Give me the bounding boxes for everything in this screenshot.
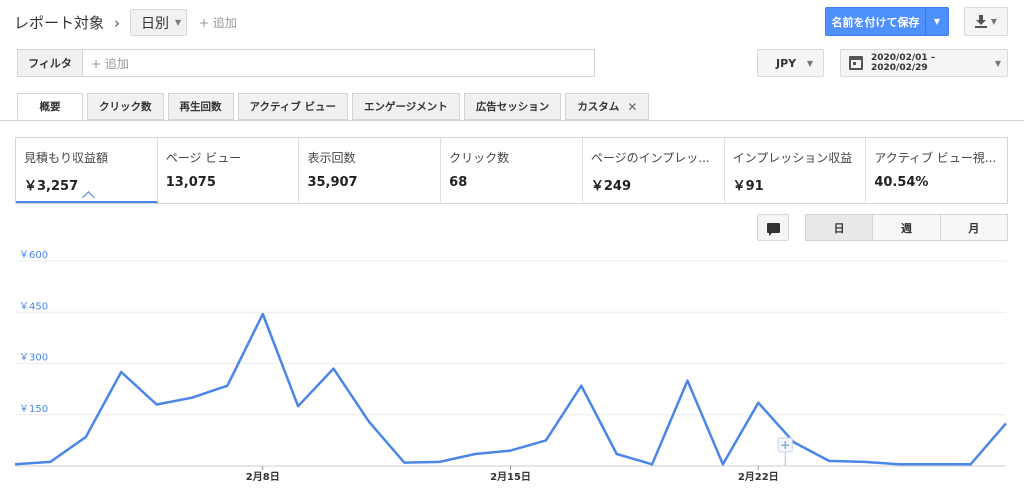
currency-dropdown[interactable]: JPY ▼ [757, 49, 824, 77]
metric-card-page-views[interactable]: ページ ビュー 13,075 [158, 138, 300, 203]
close-icon[interactable]: ✕ [627, 100, 637, 114]
metric-title: ページ ビュー [165, 151, 242, 165]
metric-card-page-rpm[interactable]: ページのインプレッ... ￥249 [583, 138, 725, 203]
tab-clicks[interactable]: クリック数 [87, 93, 164, 120]
metric-title: 見積もり収益額 [24, 151, 109, 165]
metric-value: ￥3,257 [24, 179, 79, 194]
download-icon [974, 15, 987, 28]
breadcrumb: レポート対象 › 日別 ▼ + 追加 [14, 9, 237, 36]
filter-bar: フィルタ + 追加 [17, 49, 595, 77]
x-tick-label: 2月8日 [246, 471, 280, 483]
filter-label: フィルタ [18, 50, 83, 76]
x-tick-label: 2月22日 [738, 471, 779, 483]
earnings-series-line [14, 312, 1007, 466]
tab-label: 概要 [39, 101, 61, 113]
y-tick-label: ￥450 [19, 301, 48, 312]
x-tick-label: 2月15日 [490, 471, 531, 483]
tab-views[interactable]: 再生回数 [167, 93, 234, 120]
metric-title: 表示回数 [307, 151, 356, 165]
caret-down-icon: ▼ [990, 17, 998, 26]
metric-value: 13,075 [165, 175, 216, 190]
metric-title: クリック数 [449, 151, 510, 165]
tab-label: 再生回数 [179, 101, 222, 113]
report-title: レポート対象 [14, 14, 105, 32]
dimension-dropdown[interactable]: 日別 ▼ [130, 9, 188, 36]
caret-down-icon[interactable]: ▼ [926, 8, 948, 35]
metric-title: ページのインプレッ... [590, 151, 710, 165]
metric-value: 68 [449, 175, 468, 190]
period-toggle: 日 週 月 [805, 214, 1008, 241]
tab-custom[interactable]: カスタム ✕ [565, 93, 650, 120]
earnings-line-chart: ￥600 ￥450 ￥300 ￥150 2月8日 2月15日 2月22日 + [14, 250, 1007, 483]
metric-card-impression-rpm[interactable]: インプレッション収益 ￥91 [725, 138, 867, 203]
currency-value: JPY [776, 56, 797, 70]
tab-label: エンゲージメント [364, 101, 448, 113]
metric-value: 40.54% [874, 175, 929, 190]
metric-card-clicks[interactable]: クリック数 68 [441, 138, 583, 203]
metric-value: 35,907 [307, 175, 358, 190]
caret-down-icon: ▼ [806, 58, 813, 68]
metric-card-active-view[interactable]: アクティブ ビュー視... 40.54% [866, 138, 1007, 203]
plus-icon: + [780, 438, 790, 452]
tab-label: カスタム [577, 101, 620, 113]
save-as-label: 名前を付けて保存 [826, 8, 926, 35]
download-button[interactable]: ▼ [964, 7, 1008, 36]
metric-card-estimated-earnings[interactable]: 見積もり収益額 ￥3,257 [16, 138, 158, 203]
caret-down-icon: ▼ [994, 58, 1001, 68]
tab-active-view[interactable]: アクティブ ビュー [237, 93, 349, 120]
tab-label: 広告セッション [475, 101, 550, 113]
y-tick-label: ￥150 [19, 404, 48, 415]
period-week-button[interactable]: 週 [873, 215, 941, 240]
chevron-right-icon: › [114, 13, 121, 32]
date-range-value: 2020/02/01 – 2020/02/29 [871, 53, 936, 73]
metric-title: インプレッション収益 [732, 151, 853, 165]
date-range-picker[interactable]: 2020/02/01 – 2020/02/29 ▼ [840, 49, 1008, 77]
report-tabs: 概要 クリック数 再生回数 アクティブ ビュー エンゲージメント 広告セッション… [17, 93, 653, 120]
y-tick-label: ￥600 [19, 250, 48, 261]
tab-ad-sessions[interactable]: 広告セッション [463, 93, 562, 120]
metric-card-impressions[interactable]: 表示回数 35,907 [299, 138, 442, 203]
comment-icon [766, 222, 780, 236]
y-tick-label: ￥300 [19, 353, 48, 364]
tab-label: クリック数 [99, 101, 152, 113]
tab-engagement[interactable]: エンゲージメント [352, 93, 460, 120]
metric-title: アクティブ ビュー視... [874, 151, 997, 165]
metric-scorecards: 見積もり収益額 ￥3,257 ページ ビュー 13,075 表示回数 35,90… [15, 137, 1008, 204]
dimension-label: 日別 [141, 15, 170, 32]
tab-label: アクティブ ビュー [249, 101, 337, 113]
metric-value: ￥91 [732, 179, 764, 194]
add-dimension-link[interactable]: + 追加 [199, 14, 237, 31]
period-day-button[interactable]: 日 [806, 215, 874, 240]
save-as-button[interactable]: 名前を付けて保存 ▼ [825, 7, 949, 36]
filter-add-input[interactable]: + 追加 [83, 50, 129, 76]
metric-value: ￥249 [590, 179, 632, 194]
period-month-button[interactable]: 月 [940, 215, 1007, 240]
tab-overview[interactable]: 概要 [17, 93, 83, 120]
annotation-button[interactable] [757, 214, 789, 241]
calendar-icon [849, 56, 863, 70]
caret-down-icon: ▼ [175, 18, 182, 27]
tabs-divider [0, 120, 1024, 121]
